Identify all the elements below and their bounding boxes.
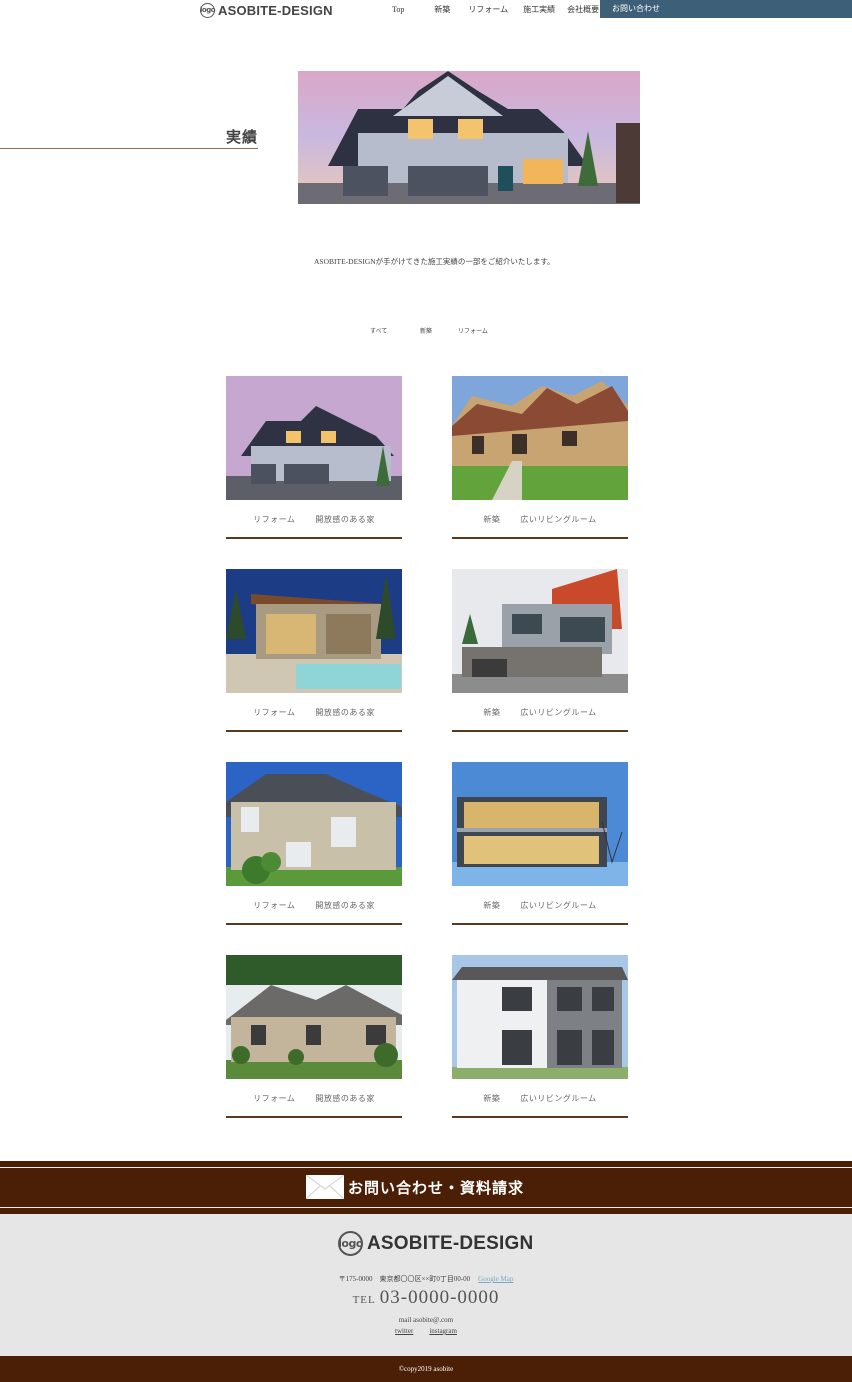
work-card[interactable]: 新築 広いリビングルーム <box>452 569 628 732</box>
work-photo <box>226 569 402 693</box>
filter-new-build[interactable]: 新築 <box>420 326 432 335</box>
work-caption: リフォーム 開放感のある家 <box>226 900 402 911</box>
work-category: リフォーム <box>253 1094 296 1103</box>
work-photo <box>452 376 628 500</box>
work-caption: 新築 広いリビングルーム <box>452 1093 628 1104</box>
work-category: リフォーム <box>253 901 296 910</box>
footer-brand-name: ASOBITE-DESIGN <box>367 1232 534 1254</box>
hero-image <box>298 71 640 204</box>
work-title: 開放感のある家 <box>315 901 375 910</box>
work-card[interactable]: リフォーム 開放感のある家 <box>226 569 402 732</box>
logo-mark-icon: logo <box>338 1231 363 1256</box>
work-title: 開放感のある家 <box>315 1094 375 1103</box>
footer-logo[interactable]: logo ASOBITE-DESIGN <box>338 1231 533 1256</box>
title-underline <box>0 148 258 149</box>
tel-prefix: TEL <box>352 1294 376 1306</box>
nav-reform[interactable]: リフォーム <box>459 4 517 15</box>
main-nav: Top 新築 リフォーム 施工実績 会社概要 <box>380 0 605 18</box>
work-caption: リフォーム 開放感のある家 <box>226 514 402 525</box>
work-card[interactable]: リフォーム 開放感のある家 <box>226 955 402 1118</box>
twitter-link[interactable]: twitter <box>395 1327 413 1335</box>
intro-text: ASOBITE-DESIGNが手がけてきた施工実績の一部をご紹介いたします。 <box>314 257 555 266</box>
filter-reform[interactable]: リフォーム <box>458 326 488 335</box>
work-caption: 新築 広いリビングルーム <box>452 514 628 525</box>
work-category: 新築 <box>483 708 501 717</box>
nav-works[interactable]: 施工実績 <box>517 4 561 15</box>
work-category: 新築 <box>483 901 501 910</box>
work-card[interactable]: リフォーム 開放感のある家 <box>226 762 402 925</box>
page-title: 実績 <box>226 130 259 146</box>
copyright-bar: ©copy2019 asobite <box>0 1356 852 1382</box>
work-card[interactable]: リフォーム 開放感のある家 <box>226 376 402 539</box>
work-title: 開放感のある家 <box>315 708 375 717</box>
contact-banner-label: お問い合わせ・資料請求 <box>348 1180 525 1197</box>
card-underline <box>452 1116 628 1118</box>
work-category: 新築 <box>483 515 501 524</box>
work-photo <box>226 762 402 886</box>
work-photo <box>226 955 402 1079</box>
card-underline <box>226 537 402 539</box>
work-card[interactable]: 新築 広いリビングルーム <box>452 762 628 925</box>
brand-name: ASOBITE-DESIGN <box>218 2 333 18</box>
address-text: 〒175-0000 東京都〇〇区××町0丁目00-00 <box>338 1275 471 1283</box>
card-underline <box>226 730 402 732</box>
instagram-link[interactable]: instagram <box>429 1327 457 1335</box>
card-underline <box>452 537 628 539</box>
work-title: 広いリビングルーム <box>520 515 597 524</box>
nav-new-build[interactable]: 新築 <box>425 4 459 15</box>
contact-banner[interactable]: お問い合わせ・資料請求 <box>0 1161 852 1214</box>
work-caption: リフォーム 開放感のある家 <box>226 1093 402 1104</box>
filter-all[interactable]: すべて <box>370 326 387 335</box>
work-photo <box>452 762 628 886</box>
work-title: 広いリビングルーム <box>520 708 597 717</box>
logo-mark-icon: logo <box>200 2 216 18</box>
work-category: 新築 <box>483 1094 501 1103</box>
work-category: リフォーム <box>253 515 296 524</box>
work-photo <box>226 376 402 500</box>
work-caption: 新築 広いリビングルーム <box>452 707 628 718</box>
footer-sns-links: twitter instagram <box>0 1327 852 1335</box>
work-photo <box>452 955 628 1079</box>
site-logo[interactable]: logo ASOBITE-DESIGN <box>200 2 333 18</box>
site-footer: logo ASOBITE-DESIGN 〒175-0000 東京都〇〇区××町0… <box>0 1214 852 1356</box>
work-card[interactable]: 新築 広いリビングルーム <box>452 376 628 539</box>
footer-mail: mail asobite@.com <box>398 1316 454 1324</box>
tel-number: 03-0000-0000 <box>379 1287 500 1308</box>
nav-contact-button[interactable]: お問い合わせ <box>600 0 852 18</box>
footer-tel: TEL 03-0000-0000 <box>0 1287 852 1309</box>
work-card[interactable]: 新築 広いリビングルーム <box>452 955 628 1118</box>
footer-address: 〒175-0000 東京都〇〇区××町0丁目00-00 Google Map <box>0 1274 852 1284</box>
work-title: 広いリビングルーム <box>520 1094 597 1103</box>
work-title: 開放感のある家 <box>315 515 375 524</box>
nav-top[interactable]: Top <box>383 5 413 14</box>
envelope-icon <box>306 1175 344 1199</box>
google-map-link[interactable]: Google Map <box>478 1275 513 1283</box>
work-caption: リフォーム 開放感のある家 <box>226 707 402 718</box>
work-title: 広いリビングルーム <box>520 901 597 910</box>
card-underline <box>452 923 628 925</box>
card-underline <box>226 1116 402 1118</box>
nav-company[interactable]: 会社概要 <box>561 4 605 15</box>
work-caption: 新築 広いリビングルーム <box>452 900 628 911</box>
work-category: リフォーム <box>253 708 296 717</box>
contact-banner-content: お問い合わせ・資料請求 <box>306 1175 524 1199</box>
card-underline <box>226 923 402 925</box>
card-underline <box>452 730 628 732</box>
work-photo <box>452 569 628 693</box>
